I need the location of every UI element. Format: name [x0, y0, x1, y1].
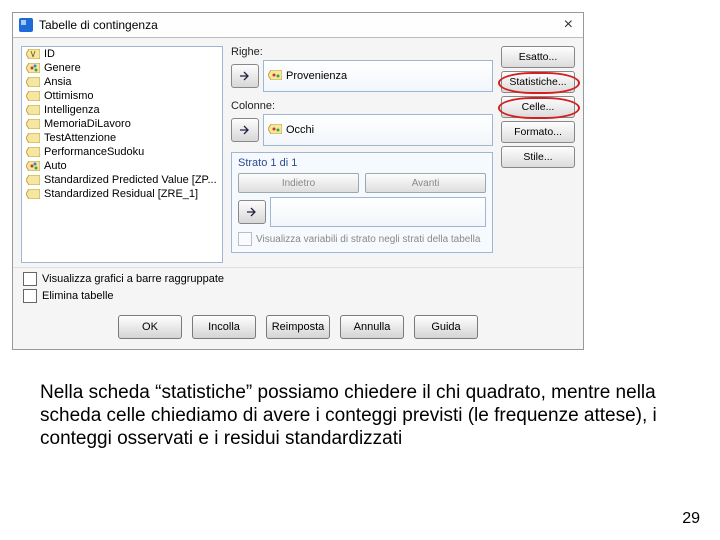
format-button[interactable]: Formato...: [501, 121, 575, 143]
rows-list[interactable]: Provenienza: [263, 60, 493, 92]
layer-title: Strato 1 di 1: [238, 157, 486, 169]
list-item: Standardized Predicted Value [ZP...: [22, 173, 222, 187]
list-item: TestAttenzione: [22, 131, 222, 145]
nominal-icon: [268, 124, 282, 136]
list-item: Genere: [22, 61, 222, 75]
options-buttons: Esatto... Statistiche... Celle... Format…: [501, 46, 575, 263]
cells-button[interactable]: Celle...: [501, 96, 575, 118]
move-to-rows-button[interactable]: [231, 64, 259, 88]
slide-caption: Nella scheda “statistiche” possiamo chie…: [40, 382, 680, 450]
columns-list[interactable]: Occhi: [263, 114, 493, 146]
scale-icon: [26, 119, 40, 129]
layer-list[interactable]: [270, 197, 486, 227]
move-to-layer-button[interactable]: [238, 200, 266, 224]
list-item: PerformanceSudoku: [22, 145, 222, 159]
list-item: ID: [22, 47, 222, 61]
arrow-right-icon: [239, 71, 251, 81]
scale-icon: [26, 49, 40, 59]
assignment-panel: Righe: Provenienza Colonne: Occhi Strato…: [231, 46, 493, 263]
nominal-icon: [26, 161, 40, 171]
rows-label: Righe:: [231, 46, 493, 58]
list-item: Ansia: [22, 75, 222, 89]
scale-icon: [26, 147, 40, 157]
layer-prev-button[interactable]: Indietro: [238, 173, 359, 193]
layer-group: Strato 1 di 1 Indietro Avanti Visualizza…: [231, 152, 493, 253]
rows-value: Provenienza: [286, 70, 347, 82]
dialog-title: Tabelle di contingenza: [39, 18, 158, 32]
columns-label: Colonne:: [231, 100, 493, 112]
close-icon[interactable]: ×: [560, 16, 577, 34]
arrow-right-icon: [239, 125, 251, 135]
checkbox-icon: [23, 272, 37, 286]
help-button[interactable]: Guida: [414, 315, 478, 339]
app-icon: [19, 18, 33, 32]
style-button[interactable]: Stile...: [501, 146, 575, 168]
suppress-tables-check[interactable]: Elimina tabelle: [23, 289, 573, 303]
columns-value: Occhi: [286, 124, 314, 136]
page-number: 29: [682, 510, 700, 528]
cancel-button[interactable]: Annulla: [340, 315, 404, 339]
list-item: Ottimismo: [22, 89, 222, 103]
variable-list[interactable]: ID Genere Ansia Ottimismo Intelligenza M…: [21, 46, 223, 263]
scale-icon: [26, 189, 40, 199]
scale-icon: [26, 77, 40, 87]
crosstabs-dialog: Tabelle di contingenza × ID Genere Ansia…: [12, 12, 584, 350]
clustered-bar-check[interactable]: Visualizza grafici a barre raggruppate: [23, 272, 573, 286]
list-item: Auto: [22, 159, 222, 173]
paste-button[interactable]: Incolla: [192, 315, 256, 339]
scale-icon: [26, 105, 40, 115]
layer-next-button[interactable]: Avanti: [365, 173, 486, 193]
move-to-columns-button[interactable]: [231, 118, 259, 142]
exact-button[interactable]: Esatto...: [501, 46, 575, 68]
scale-icon: [26, 133, 40, 143]
arrow-right-icon: [246, 207, 258, 217]
checkbox-icon: [23, 289, 37, 303]
nominal-icon: [268, 70, 282, 82]
nominal-icon: [26, 63, 40, 73]
statistics-button[interactable]: Statistiche...: [501, 71, 575, 93]
list-item: MemoriaDiLavoro: [22, 117, 222, 131]
reset-button[interactable]: Reimposta: [266, 315, 330, 339]
dialog-action-bar: OK Incolla Reimposta Annulla Guida: [13, 309, 583, 349]
list-item: Intelligenza: [22, 103, 222, 117]
layer-display-check[interactable]: Visualizza variabili di strato negli str…: [238, 232, 486, 246]
dialog-lower-options: Visualizza grafici a barre raggruppate E…: [13, 267, 583, 309]
scale-icon: [26, 175, 40, 185]
checkbox-icon: [238, 232, 252, 246]
list-item: Standardized Residual [ZRE_1]: [22, 187, 222, 201]
ok-button[interactable]: OK: [118, 315, 182, 339]
scale-icon: [26, 91, 40, 101]
titlebar: Tabelle di contingenza ×: [13, 13, 583, 38]
